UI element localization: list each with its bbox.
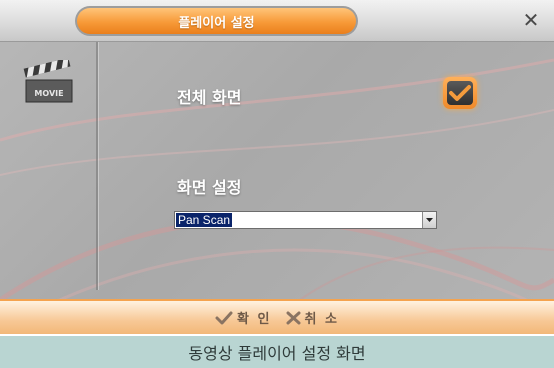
side-panel: MOVIE [0,42,98,290]
dropdown-selected-value: Pan Scan [176,213,233,227]
cancel-label: 취 소 [304,312,339,327]
svg-text:MOVIE: MOVIE [34,89,63,98]
movie-clapper-icon: MOVIE [23,60,73,103]
title-bar: 플레이어 설정 ✕ [0,0,554,42]
chevron-down-icon[interactable] [422,212,436,228]
window-title: 플레이어 설정 [77,8,356,34]
title-tab: 플레이어 설정 [75,6,358,36]
screen-setting-dropdown[interactable]: Pan Scan [174,211,437,229]
cross-icon [286,311,300,324]
confirm-label: 확 인 [237,312,272,327]
checkmark-icon [449,85,471,101]
player-settings-window: 플레이어 설정 ✕ MOVIE 전체 화면 화면 설정 Pan Scan 확 인… [0,0,554,334]
fullscreen-checkbox[interactable] [443,77,477,109]
fullscreen-label: 전체 화면 [177,88,242,107]
action-bar: 확 인 취 소 [0,299,554,334]
confirm-button[interactable]: 확 인 [215,308,271,327]
check-icon [215,311,233,324]
screen-setting-label: 화면 설정 [177,178,242,197]
cancel-button[interactable]: 취 소 [286,308,339,327]
figure-caption: 동영상 플레이어 설정 화면 [0,336,554,368]
close-button[interactable]: ✕ [520,8,542,32]
close-icon: ✕ [522,8,540,32]
checkbox-box [447,81,473,105]
